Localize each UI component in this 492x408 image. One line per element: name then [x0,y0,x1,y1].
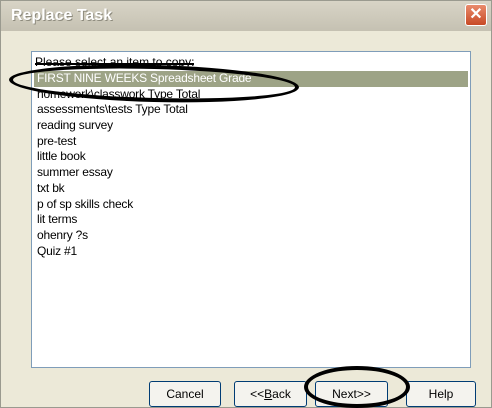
next-button[interactable]: Next>> [315,381,388,407]
list-item[interactable]: txt bk [34,181,468,197]
list-item[interactable]: summer essay [34,165,468,181]
replace-task-dialog: Replace Task ✕ Please select an item to … [0,0,492,408]
back-rest: ack [272,387,291,401]
list-item[interactable]: FIRST NINE WEEKS Spreadsheet Grade [34,71,468,87]
title-bar: Replace Task ✕ [1,1,491,31]
help-button[interactable]: Help [406,381,476,407]
back-prefix: << [250,387,265,401]
list-item[interactable]: pre-test [34,134,468,150]
list-item[interactable]: ohenry ?s [34,228,468,244]
close-icon[interactable]: ✕ [465,4,487,26]
list-item[interactable]: lit terms [34,212,468,228]
back-button[interactable]: <<Back [234,381,307,407]
list-item[interactable]: p of sp skills check [34,197,468,213]
item-list[interactable]: FIRST NINE WEEKS Spreadsheet Grade homew… [34,71,468,259]
window-title: Replace Task [11,7,113,24]
list-item[interactable]: assessments\tests Type Total [34,102,468,118]
item-list-panel: Please select an item to copy: FIRST NIN… [31,51,471,368]
back-accel: B [264,387,273,401]
cancel-button[interactable]: Cancel [149,381,221,407]
list-item[interactable]: little book [34,149,468,165]
list-item[interactable]: reading survey [34,118,468,134]
list-item[interactable]: Quiz #1 [34,244,468,260]
list-item[interactable]: homework\classwork Type Total [34,87,468,103]
select-prompt: Please select an item to copy: [35,55,195,69]
